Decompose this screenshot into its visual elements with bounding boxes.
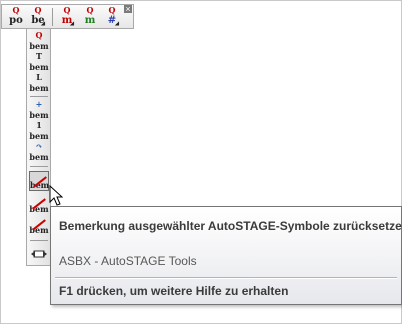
button-label: bem: [29, 152, 49, 162]
toolbar-button-hash[interactable]: Q #: [102, 5, 122, 28]
one-superscript: 1: [36, 120, 42, 130]
button-label: bem: [29, 131, 49, 141]
button-label: po: [9, 15, 23, 26]
flip-arrows-icon: [31, 250, 47, 258]
bem-edit-button[interactable]: bem: [29, 215, 49, 235]
move-icon: +: [35, 99, 43, 109]
bem-rotate-button[interactable]: ↷ bem: [29, 142, 49, 162]
bem-l-button[interactable]: L bem: [29, 73, 49, 93]
autostage-vertical-toolbar: Q bem T bem L bem + bem 1 bem ↷ bem bem …: [26, 29, 51, 266]
q-superscript: Q: [86, 5, 94, 15]
flip-button[interactable]: [29, 244, 49, 264]
toolbar-button-be[interactable]: Q be: [28, 5, 48, 28]
bem-move-button[interactable]: + bem: [29, 100, 49, 120]
button-label: bem: [29, 62, 49, 72]
button-label: bem: [29, 225, 49, 235]
window-frame-left: [0, 0, 1, 324]
toolbar-separator: [30, 96, 48, 97]
tooltip-divider-highlight: [55, 278, 397, 279]
toolbar-separator: [30, 166, 48, 167]
bem-reset-button[interactable]: bem: [29, 171, 49, 191]
toolbar-separator: [30, 240, 48, 241]
toolbar-button-po[interactable]: Q po: [6, 5, 26, 27]
tooltip-title: Bemerkung ausgewählter AutoSTAGE-Symbole…: [59, 219, 402, 233]
button-label: bem: [29, 110, 49, 120]
q-superscript: Q: [34, 5, 42, 15]
button-label: bem: [29, 41, 49, 51]
q-superscript: Q: [35, 30, 43, 40]
mouse-cursor-icon: [49, 185, 63, 206]
toolbar-button-m-red[interactable]: Q m: [57, 5, 77, 28]
toolbar-button-m-green[interactable]: Q m: [80, 5, 100, 27]
l-superscript: L: [36, 72, 42, 82]
bem-q-button[interactable]: Q bem: [29, 31, 49, 51]
close-icon[interactable]: ×: [124, 5, 132, 14]
button-label: bem: [29, 83, 49, 93]
window-frame-top: [0, 0, 402, 1]
tooltip: Bemerkung ausgewählter AutoSTAGE-Symbole…: [50, 206, 402, 305]
autostage-horizontal-toolbar: Q po Q be Q m Q m Q # ×: [1, 4, 134, 29]
bem-delete-button[interactable]: bem: [29, 194, 49, 214]
t-superscript: T: [36, 51, 42, 61]
tooltip-help-hint: F1 drücken, um weitere Hilfe zu erhalten: [59, 284, 289, 298]
button-label: m: [84, 15, 96, 26]
button-label: bem: [29, 204, 49, 214]
bem-1-button[interactable]: 1 bem: [29, 121, 49, 141]
q-superscript: Q: [108, 5, 116, 15]
q-superscript: Q: [12, 5, 20, 15]
q-superscript: Q: [63, 5, 71, 15]
toolbar-separator: [52, 8, 53, 26]
tooltip-description: ASBX - AutoSTAGE Tools: [59, 254, 197, 268]
rotate-icon: ↷: [35, 141, 43, 151]
bem-t-button[interactable]: T bem: [29, 52, 49, 72]
